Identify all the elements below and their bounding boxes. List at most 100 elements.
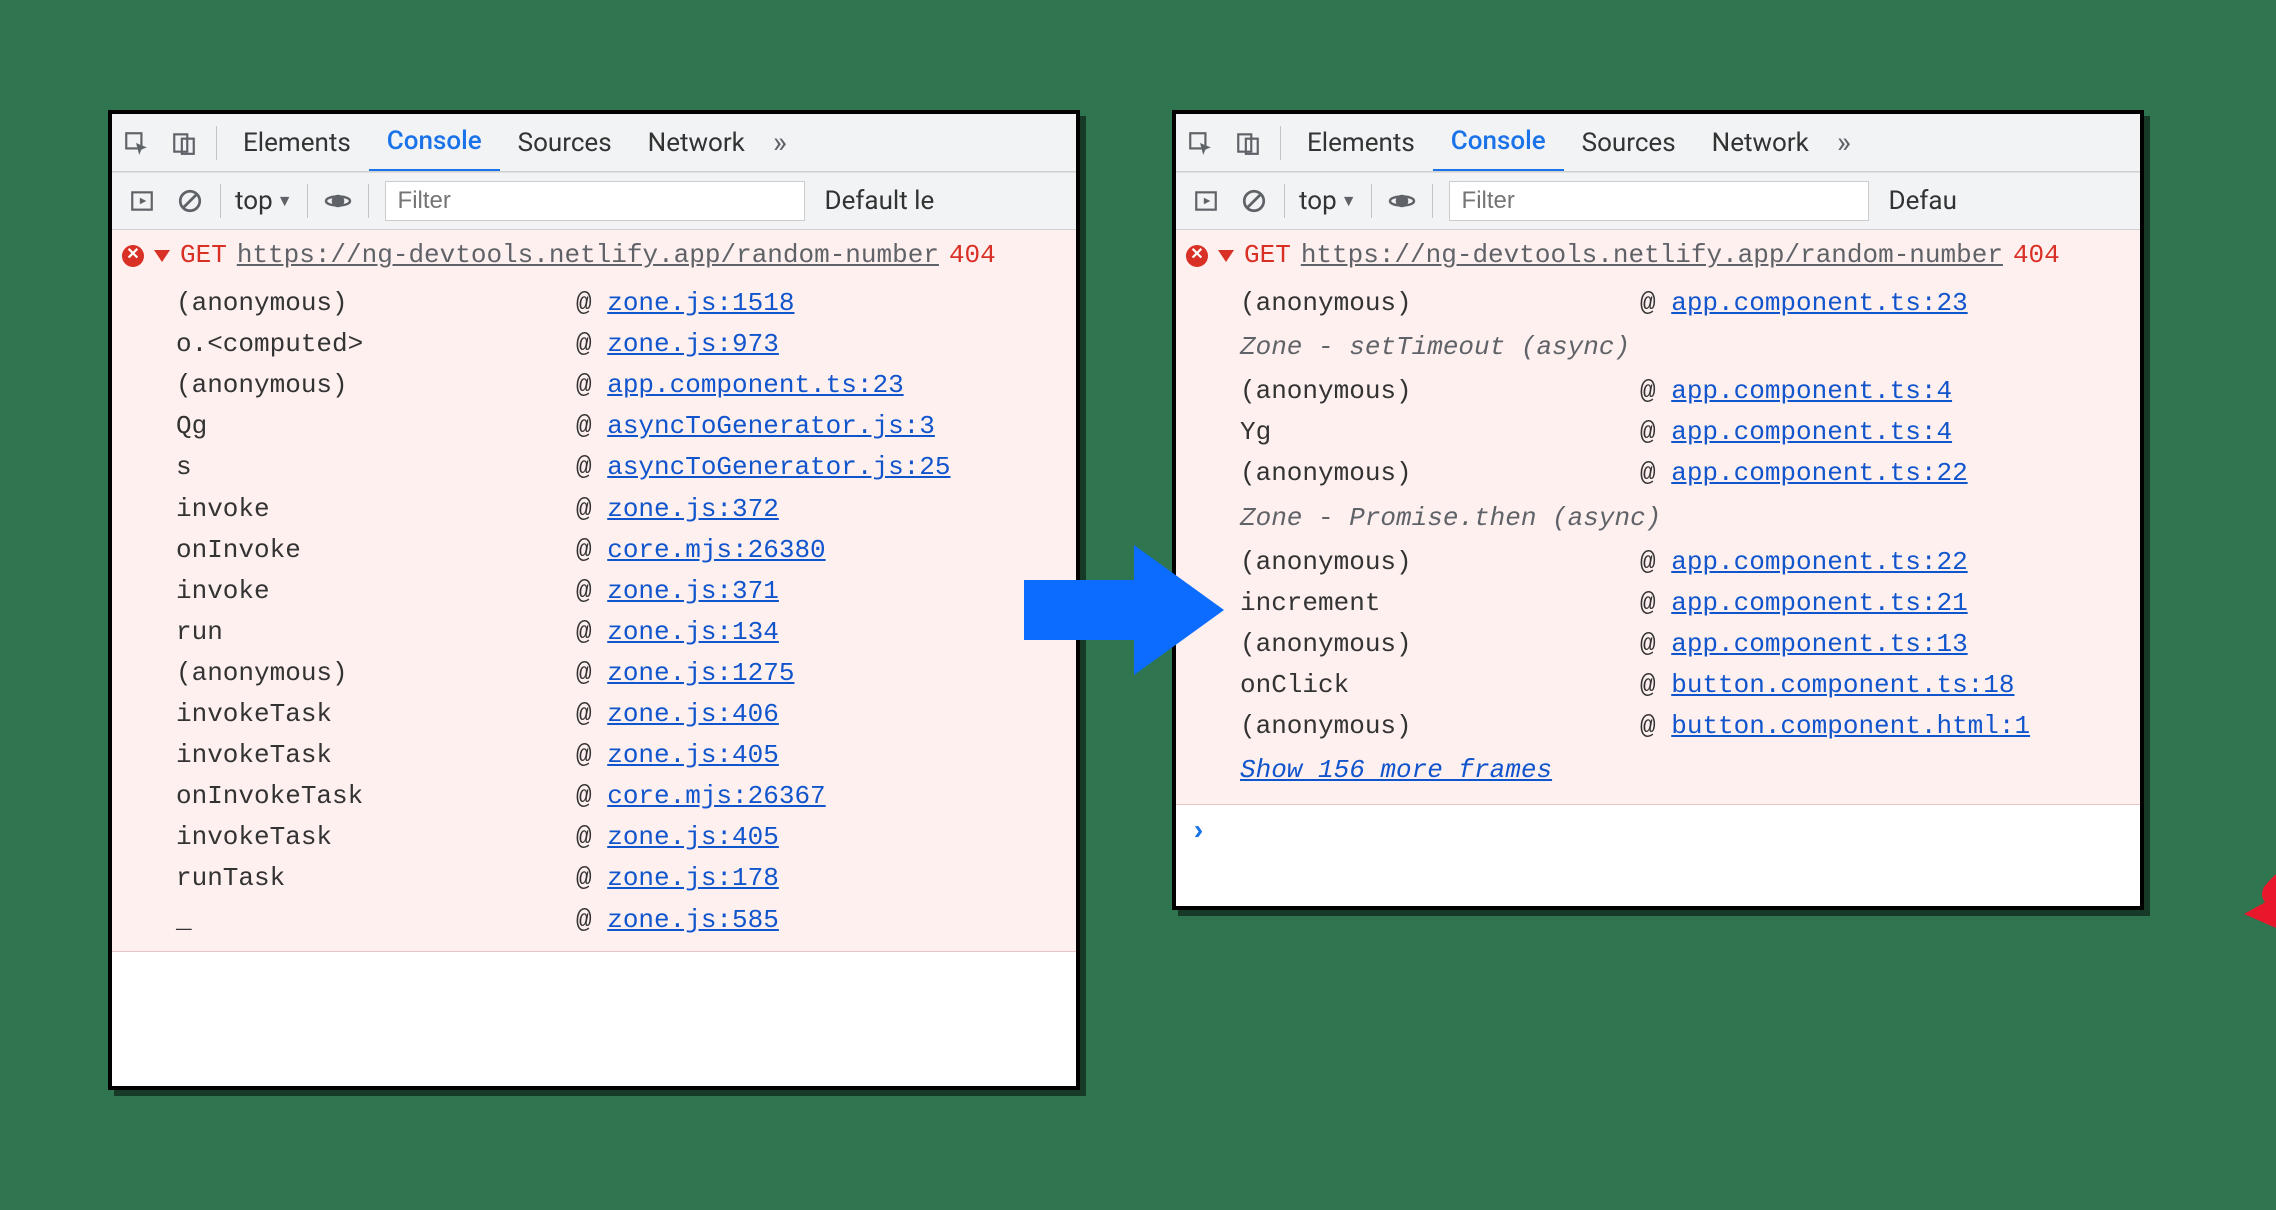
filter-input[interactable] — [385, 181, 805, 221]
frame-function: (anonymous) — [1240, 374, 1640, 409]
stack-frame: s@ asyncToGenerator.js:25 — [176, 447, 1076, 488]
toggle-sidebar-icon[interactable] — [1186, 181, 1226, 221]
frame-location: @ zone.js:405 — [576, 738, 1076, 773]
stack-frame: Yg@ app.component.ts:4 — [1240, 412, 2140, 453]
source-link[interactable]: zone.js:973 — [607, 329, 779, 359]
source-link[interactable]: core.mjs:26367 — [607, 781, 825, 811]
devtools-tabbar: Elements Console Sources Network » — [1176, 114, 2140, 172]
error-icon: ✕ — [122, 245, 144, 267]
stack-frame: (anonymous)@ app.component.ts:23 — [176, 365, 1076, 406]
context-selector[interactable]: top ▼ — [1291, 186, 1365, 216]
expand-toggle-icon[interactable] — [154, 250, 170, 262]
tab-elements[interactable]: Elements — [1289, 114, 1433, 172]
frame-location: @ app.component.ts:23 — [1640, 286, 2140, 321]
frame-function: run — [176, 615, 576, 650]
live-expression-icon[interactable] — [1382, 181, 1422, 221]
filter-input[interactable] — [1449, 181, 1869, 221]
separator — [220, 184, 221, 218]
stack-frame: (anonymous)@ app.component.ts:22 — [1240, 453, 2140, 494]
frame-location: @ zone.js:406 — [576, 697, 1076, 732]
stack-trace: (anonymous)@ zone.js:1518o.<computed>@ z… — [112, 283, 1076, 941]
source-link[interactable]: zone.js:406 — [607, 699, 779, 729]
toggle-sidebar-icon[interactable] — [122, 181, 162, 221]
frame-function: onInvokeTask — [176, 779, 576, 814]
inspect-element-icon[interactable] — [1180, 123, 1220, 163]
source-link[interactable]: button.component.ts:18 — [1671, 670, 2014, 700]
frame-function: (anonymous) — [1240, 286, 1640, 321]
stack-frame: (anonymous)@ zone.js:1518 — [176, 283, 1076, 324]
http-method: GET — [180, 238, 227, 273]
console-error-row[interactable]: ✕ GET https://ng-devtools.netlify.app/ra… — [112, 230, 1076, 283]
frame-function: (anonymous) — [1240, 545, 1640, 580]
source-link[interactable]: app.component.ts:13 — [1671, 629, 1967, 659]
stack-frame: (anonymous)@ app.component.ts:4 — [1240, 371, 2140, 412]
context-selector[interactable]: top ▼ — [227, 186, 301, 216]
source-link[interactable]: app.component.ts:22 — [1671, 547, 1967, 577]
live-expression-icon[interactable] — [318, 181, 358, 221]
request-url[interactable]: https://ng-devtools.netlify.app/random-n… — [237, 238, 939, 273]
frame-function: (anonymous) — [1240, 709, 1640, 744]
tab-console[interactable]: Console — [369, 114, 500, 172]
frame-location: @ core.mjs:26367 — [576, 779, 1076, 814]
source-link[interactable]: zone.js:405 — [607, 822, 779, 852]
source-link[interactable]: zone.js:1518 — [607, 288, 794, 318]
frame-function: increment — [1240, 586, 1640, 621]
frame-function: (anonymous) — [176, 368, 576, 403]
request-url[interactable]: https://ng-devtools.netlify.app/random-n… — [1301, 238, 2003, 273]
inspect-element-icon[interactable] — [116, 123, 156, 163]
console-filterbar: top ▼ Defau — [1176, 172, 2140, 230]
source-link[interactable]: zone.js:372 — [607, 494, 779, 524]
tab-sources[interactable]: Sources — [1564, 114, 1694, 172]
tab-network[interactable]: Network — [1694, 114, 1827, 172]
separator — [1284, 184, 1285, 218]
console-prompt[interactable]: › — [1176, 805, 2140, 859]
source-link[interactable]: zone.js:371 — [607, 576, 779, 606]
tab-sources[interactable]: Sources — [500, 114, 630, 172]
source-link[interactable]: asyncToGenerator.js:25 — [607, 452, 950, 482]
source-link[interactable]: zone.js:134 — [607, 617, 779, 647]
separator — [1280, 126, 1281, 160]
tab-console[interactable]: Console — [1433, 114, 1564, 172]
separator — [368, 184, 369, 218]
source-link[interactable]: zone.js:585 — [607, 905, 779, 935]
tab-network[interactable]: Network — [630, 114, 763, 172]
source-link[interactable]: app.component.ts:23 — [1671, 288, 1967, 318]
source-link[interactable]: app.component.ts:23 — [607, 370, 903, 400]
highlight-arrow-icon — [2240, 844, 2276, 944]
tabs-overflow-icon[interactable]: » — [1827, 125, 1861, 160]
device-toggle-icon[interactable] — [164, 123, 204, 163]
expand-toggle-icon[interactable] — [1218, 250, 1234, 262]
stack-frame: _@ zone.js:585 — [176, 900, 1076, 941]
stack-frame: Qg@ asyncToGenerator.js:3 — [176, 406, 1076, 447]
console-output: ✕ GET https://ng-devtools.netlify.app/ra… — [112, 230, 1076, 952]
source-link[interactable]: core.mjs:26380 — [607, 535, 825, 565]
source-link[interactable]: asyncToGenerator.js:3 — [607, 411, 935, 441]
source-link[interactable]: app.component.ts:21 — [1671, 588, 1967, 618]
stack-frame: invokeTask@ zone.js:405 — [176, 817, 1076, 858]
source-link[interactable]: zone.js:405 — [607, 740, 779, 770]
device-toggle-icon[interactable] — [1228, 123, 1268, 163]
source-link[interactable]: zone.js:178 — [607, 863, 779, 893]
source-link[interactable]: button.component.html:1 — [1671, 711, 2030, 741]
show-more-frames-link[interactable]: Show 156 more frames — [1240, 747, 1552, 794]
clear-console-icon[interactable] — [170, 181, 210, 221]
async-zone-header: Zone - setTimeout (async) — [1240, 324, 2140, 371]
console-error-row[interactable]: ✕ GET https://ng-devtools.netlify.app/ra… — [1176, 230, 2140, 283]
frame-function: invokeTask — [176, 738, 576, 773]
frame-location: @ button.component.html:1 — [1640, 709, 2140, 744]
tabs-overflow-icon[interactable]: » — [763, 125, 797, 160]
async-zone-header: Zone - Promise.then (async) — [1240, 495, 2140, 542]
separator — [216, 126, 217, 160]
source-link[interactable]: app.component.ts:22 — [1671, 458, 1967, 488]
source-link[interactable]: app.component.ts:4 — [1671, 417, 1952, 447]
tab-elements[interactable]: Elements — [225, 114, 369, 172]
clear-console-icon[interactable] — [1234, 181, 1274, 221]
source-link[interactable]: zone.js:1275 — [607, 658, 794, 688]
source-link[interactable]: app.component.ts:4 — [1671, 376, 1952, 406]
log-levels-selector[interactable]: Defau — [1879, 186, 1967, 216]
frame-location: @ app.component.ts:4 — [1640, 415, 2140, 450]
http-method: GET — [1244, 238, 1291, 273]
log-levels-selector[interactable]: Default le — [815, 186, 945, 216]
stack-frame: onClick@ button.component.ts:18 — [1240, 665, 2140, 706]
frame-location: @ core.mjs:26380 — [576, 533, 1076, 568]
